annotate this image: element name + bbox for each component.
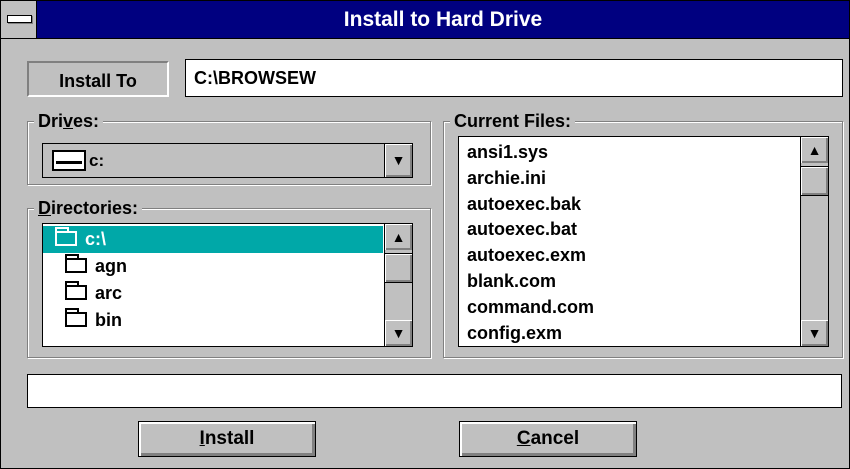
install-dialog: Install to Hard Drive Install To Drives:…	[0, 0, 850, 469]
drives-dropdown-button[interactable]: ▼	[384, 144, 412, 177]
file-item[interactable]: blank.com	[459, 268, 556, 295]
scroll-thumb[interactable]	[385, 253, 412, 283]
folder-icon	[65, 280, 87, 300]
folder-icon	[65, 253, 87, 273]
file-item[interactable]: autoexec.bat	[459, 216, 577, 243]
directory-name: agn	[95, 256, 128, 276]
window-title: Install to Hard Drive	[343, 8, 543, 31]
current-files-list[interactable]: ansi1.sys archie.ini autoexec.bak autoexec.…	[458, 136, 829, 347]
directory-item[interactable]: c:\	[43, 226, 383, 253]
scroll-down-button[interactable]: ▼	[385, 320, 412, 346]
open-folder-icon	[55, 226, 77, 246]
directory-name: bin	[95, 310, 122, 330]
install-to-label: Install To	[27, 61, 169, 97]
current-files-group: Current Files: ansi1.sys archie.ini autoex…	[443, 110, 843, 358]
install-path-field[interactable]	[185, 59, 843, 97]
down-arrow-icon: ▼	[391, 325, 406, 341]
file-item[interactable]: config.exm	[459, 320, 562, 346]
install-button[interactable]: Install	[138, 421, 316, 457]
file-item[interactable]: ansi1.sys	[459, 139, 548, 166]
scroll-up-button[interactable]: ▲	[385, 224, 412, 250]
scroll-up-button[interactable]: ▲	[801, 137, 828, 163]
scroll-down-button[interactable]: ▼	[801, 320, 828, 346]
drives-selected-value: c:	[89, 151, 105, 170]
file-item[interactable]: command.com	[459, 294, 594, 321]
drives-label: Drives:	[34, 110, 104, 132]
directories-label: Directories:	[34, 197, 143, 219]
directories-scrollbar[interactable]: ▲ ▼	[384, 224, 412, 346]
system-menu-icon	[7, 15, 32, 23]
folder-icon	[65, 307, 87, 327]
directory-name: arc	[95, 283, 123, 303]
title-bar[interactable]: Install to Hard Drive	[1, 1, 849, 39]
system-menu-button[interactable]	[1, 1, 37, 38]
directories-list[interactable]: c:\ agn arc bin ▲ ▼	[42, 223, 413, 347]
directory-item[interactable]: arc	[43, 280, 122, 307]
cancel-button[interactable]: Cancel	[459, 421, 637, 457]
directories-group: Directories: c:\ agn arc bin ▲ ▼	[27, 197, 431, 358]
current-files-scrollbar[interactable]: ▲ ▼	[800, 137, 828, 346]
directory-name: c:\	[85, 229, 107, 249]
file-item[interactable]: archie.ini	[459, 165, 546, 192]
drives-dropdown[interactable]: c: ▼	[42, 143, 413, 178]
down-arrow-icon: ▼	[391, 152, 406, 168]
directory-item[interactable]: agn	[43, 253, 127, 280]
status-field	[27, 374, 842, 408]
directory-item[interactable]: bin	[43, 307, 122, 334]
install-path-input[interactable]	[186, 60, 842, 96]
up-arrow-icon: ▲	[807, 142, 822, 158]
up-arrow-icon: ▲	[391, 229, 406, 245]
scroll-thumb[interactable]	[801, 166, 828, 196]
drives-group: Drives: c: ▼	[27, 110, 431, 185]
down-arrow-icon: ▼	[807, 325, 822, 341]
hard-drive-icon	[52, 150, 86, 171]
file-item[interactable]: autoexec.bak	[459, 191, 581, 218]
file-item[interactable]: autoexec.exm	[459, 242, 586, 269]
current-files-label: Current Files:	[450, 110, 576, 132]
